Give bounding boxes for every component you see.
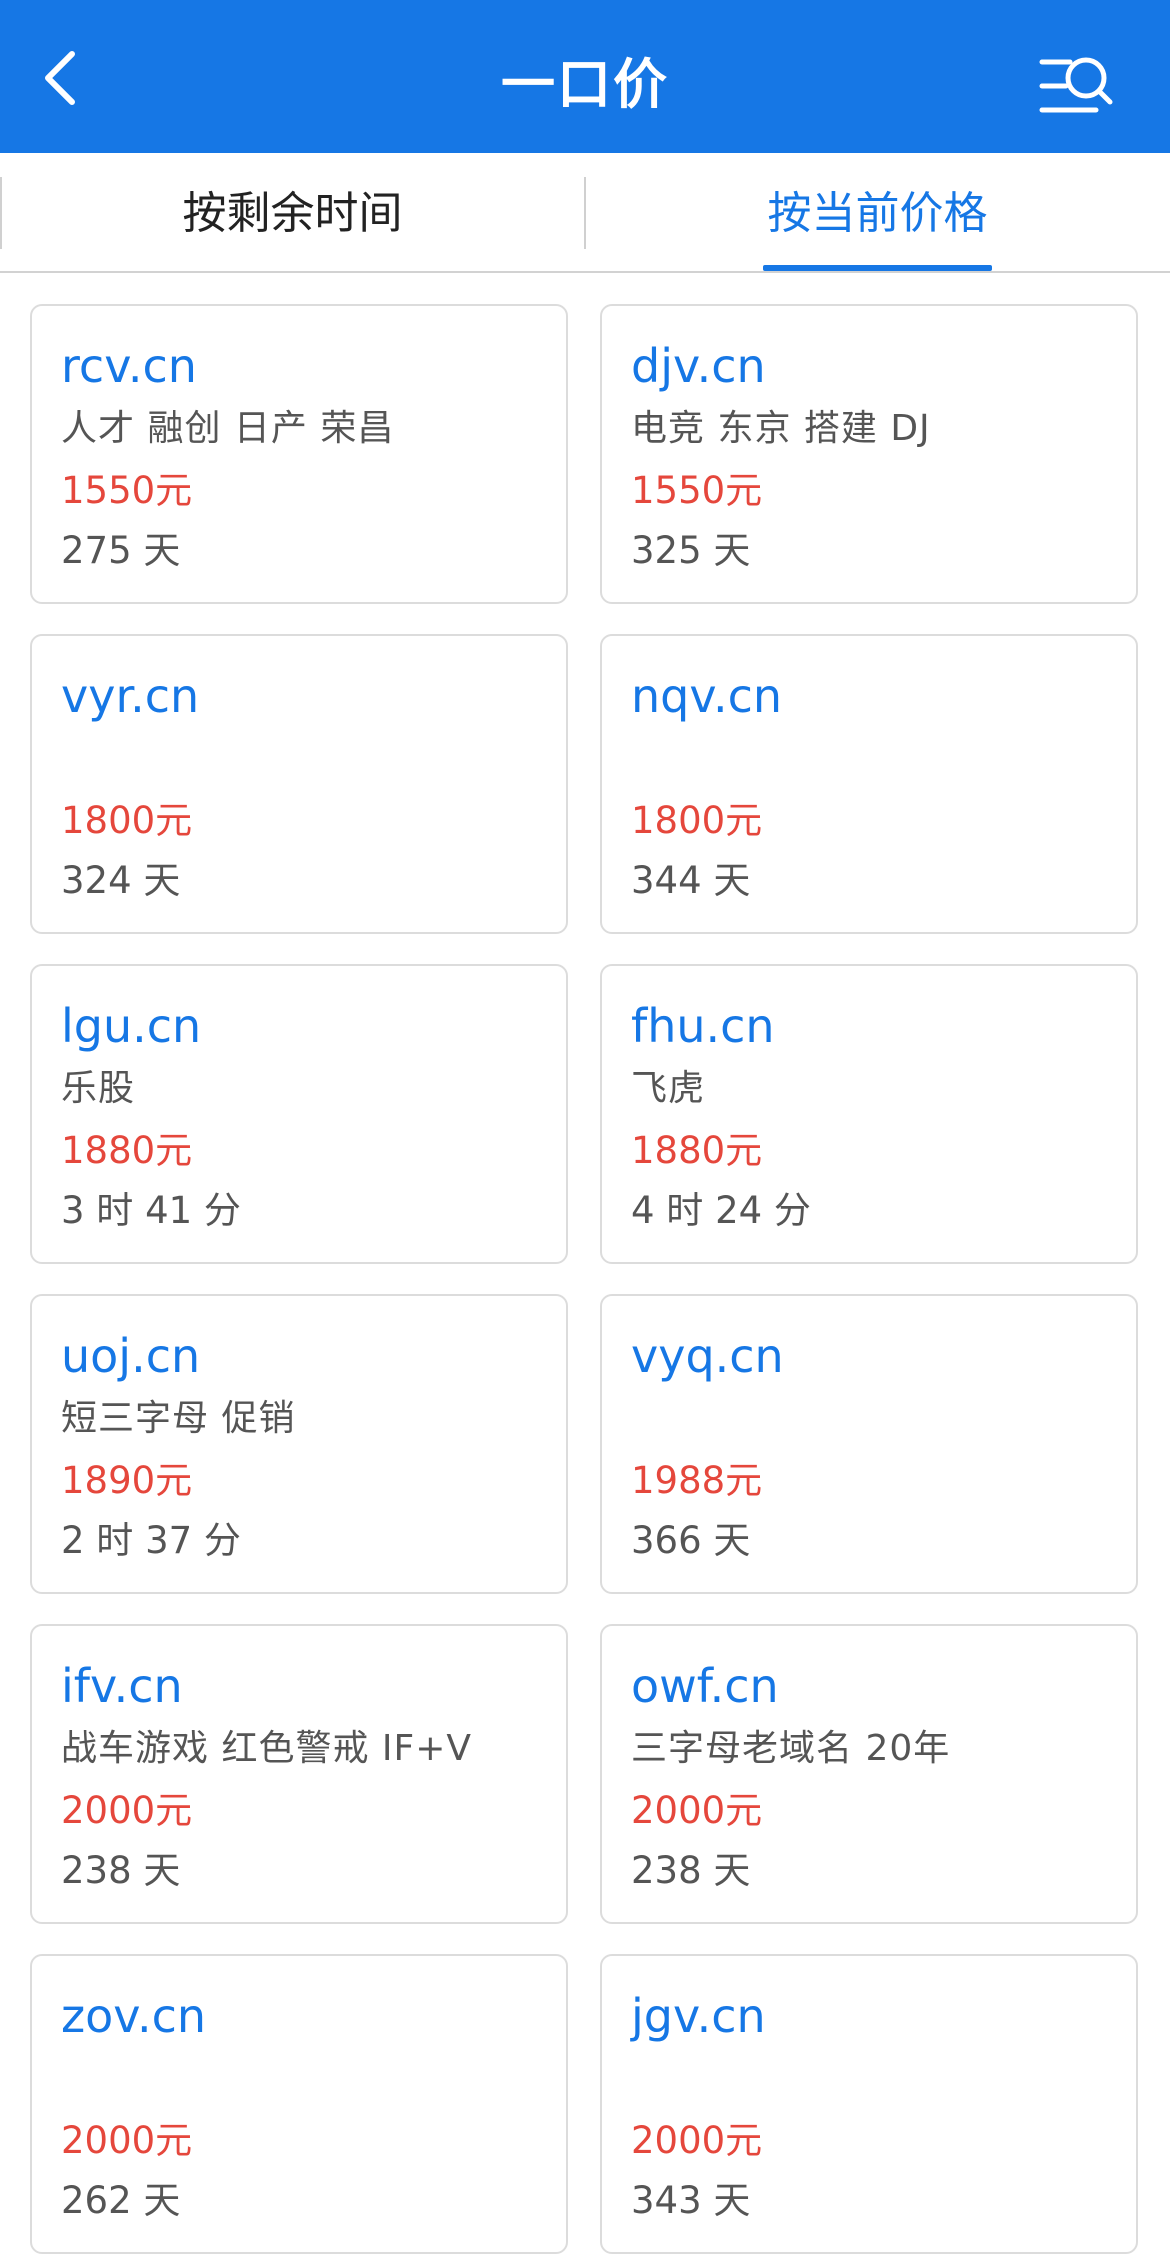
domain-tags: 乐股 [61, 1068, 136, 1109]
time-remaining: 275 天 [61, 529, 181, 572]
sort-tabs: 按剩余时间 按当前价格 [0, 153, 1170, 273]
listing-card[interactable]: fhu.cn 飞虎 1880元 4 时 24 分 [600, 964, 1138, 1264]
domain-tags: 飞虎 [631, 1068, 706, 1109]
domain-tags: 三字母老域名 20年 [631, 1728, 951, 1769]
domain-name: zov.cn [61, 1989, 207, 2043]
time-remaining: 238 天 [61, 1849, 181, 1892]
filter-search-button[interactable] [1036, 52, 1116, 122]
header-bar: 一口价 [0, 0, 1170, 153]
back-button[interactable] [30, 46, 94, 110]
domain-price: 1890元 [61, 1459, 193, 1502]
listing-card[interactable]: rcv.cn 人才 融创 日产 荣昌 1550元 275 天 [30, 304, 568, 604]
domain-price: 1880元 [631, 1129, 763, 1172]
listing-card[interactable]: djv.cn 电竞 东京 搭建 DJ 1550元 325 天 [600, 304, 1138, 604]
domain-name: nqv.cn [631, 669, 783, 723]
time-remaining: 4 时 24 分 [631, 1189, 811, 1232]
chevron-left-icon [45, 51, 75, 105]
domain-name: vyr.cn [61, 669, 200, 723]
time-remaining: 238 天 [631, 1849, 751, 1892]
domain-name: ifv.cn [61, 1659, 183, 1713]
domain-name: vyq.cn [631, 1329, 784, 1383]
domain-price: 2000元 [631, 1789, 763, 1832]
domain-price: 2000元 [631, 2119, 763, 2162]
active-tab-indicator [763, 265, 992, 271]
page-title: 一口价 [501, 53, 669, 116]
domain-price: 1800元 [631, 799, 763, 842]
domain-tags: 人才 融创 日产 荣昌 [61, 408, 395, 449]
time-remaining: 366 天 [631, 1519, 751, 1562]
time-remaining: 2 时 37 分 [61, 1519, 241, 1562]
listing-card[interactable]: lgu.cn 乐股 1880元 3 时 41 分 [30, 964, 568, 1264]
domain-tags: 电竞 东京 搭建 DJ [631, 408, 931, 449]
tab-sort-by-time[interactable]: 按剩余时间 [0, 153, 585, 271]
domain-tags: 战车游戏 红色警戒 IF+V [61, 1728, 473, 1769]
domain-name: djv.cn [631, 339, 766, 393]
listing-card[interactable]: nqv.cn 1800元 344 天 [600, 634, 1138, 934]
domain-tags: 短三字母 促销 [61, 1398, 296, 1439]
listing-card[interactable]: vyr.cn 1800元 324 天 [30, 634, 568, 934]
domain-name: fhu.cn [631, 999, 775, 1053]
time-remaining: 3 时 41 分 [61, 1189, 241, 1232]
time-remaining: 325 天 [631, 529, 751, 572]
time-remaining: 343 天 [631, 2179, 751, 2222]
listing-card[interactable]: ifv.cn 战车游戏 红色警戒 IF+V 2000元 238 天 [30, 1624, 568, 1924]
time-remaining: 324 天 [61, 859, 181, 902]
listing-card[interactable]: uoj.cn 短三字母 促销 1890元 2 时 37 分 [30, 1294, 568, 1594]
domain-name: lgu.cn [61, 999, 202, 1053]
domain-name: rcv.cn [61, 339, 197, 393]
domain-name: uoj.cn [61, 1329, 201, 1383]
domain-name: jgv.cn [631, 1989, 766, 2043]
domain-price: 1550元 [631, 469, 763, 512]
listing-card[interactable]: zov.cn 2000元 262 天 [30, 1954, 568, 2254]
domain-price: 2000元 [61, 1789, 193, 1832]
time-remaining: 344 天 [631, 859, 751, 902]
domain-price: 1988元 [631, 1459, 763, 1502]
domain-price: 1550元 [61, 469, 193, 512]
listing-card[interactable]: vyq.cn 1988元 366 天 [600, 1294, 1138, 1594]
domain-price: 1880元 [61, 1129, 193, 1172]
tab-sort-by-price[interactable]: 按当前价格 [585, 153, 1170, 271]
time-remaining: 262 天 [61, 2179, 181, 2222]
listing-card[interactable]: owf.cn 三字母老域名 20年 2000元 238 天 [600, 1624, 1138, 1924]
domain-name: owf.cn [631, 1659, 779, 1713]
search-filter-icon [1039, 57, 1113, 113]
domain-price: 2000元 [61, 2119, 193, 2162]
domain-price: 1800元 [61, 799, 193, 842]
listing-card[interactable]: jgv.cn 2000元 343 天 [600, 1954, 1138, 2254]
